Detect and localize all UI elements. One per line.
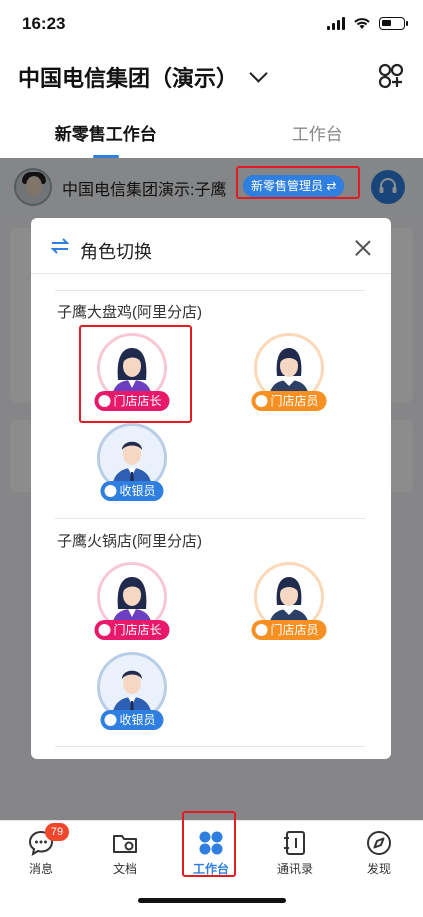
nav-label: 消息 bbox=[28, 862, 53, 876]
nav-item-documents[interactable]: 文档 bbox=[90, 829, 160, 877]
minus-circle-icon bbox=[255, 624, 268, 636]
add-user-icon[interactable] bbox=[377, 62, 405, 90]
org-selector[interactable]: 中国电信集团（演示） bbox=[18, 61, 268, 93]
tab-new-retail-workbench[interactable]: 新零售工作台 bbox=[0, 108, 212, 158]
cellular-signal-icon bbox=[327, 16, 345, 30]
app-header: 中国电信集团（演示） 新零售工作台 工作台 bbox=[0, 50, 423, 158]
dialog-header: 角色切换 bbox=[31, 218, 391, 274]
contacts-icon bbox=[284, 831, 305, 855]
role-switch-badge-highlighted[interactable]: 新零售管理员 ⇄ bbox=[243, 175, 345, 197]
nav-label: 通讯录 bbox=[276, 862, 313, 876]
store-name: 子鹰大盘鸡(阿里分店) bbox=[57, 304, 202, 321]
role-switch-dialog: 角色切换 子鹰大盘鸡(阿里分店) 门店店长 门店店员 收银员 子鹰火锅店(阿里分… bbox=[31, 218, 391, 759]
role-label: 门店店员 bbox=[251, 620, 327, 640]
nav-item-contacts[interactable]: 通讯录 bbox=[260, 829, 330, 877]
nav-item-discover[interactable]: 发现 bbox=[344, 829, 414, 877]
status-time: 16:23 bbox=[22, 14, 66, 33]
minus-circle-icon bbox=[104, 485, 117, 497]
minus-circle-icon bbox=[98, 624, 111, 636]
divider bbox=[55, 290, 365, 291]
role-label: 门店店长 bbox=[94, 620, 170, 640]
role-store-clerk[interactable]: 门店店员 bbox=[239, 562, 339, 646]
home-indicator[interactable] bbox=[138, 898, 286, 903]
highlight-workbench-tab bbox=[182, 811, 236, 877]
wifi-icon bbox=[354, 18, 370, 29]
org-title: 中国电信集团（演示） bbox=[18, 66, 239, 91]
minus-circle-icon bbox=[104, 714, 117, 726]
store-name: 子鹰火锅店(阿里分店) bbox=[57, 533, 202, 550]
nav-item-messages[interactable]: 79 消息 bbox=[6, 823, 76, 877]
chevron-down-icon bbox=[249, 63, 268, 83]
swap-icon bbox=[51, 238, 69, 254]
status-icons bbox=[327, 16, 408, 30]
highlight-selected-role bbox=[79, 325, 192, 423]
role-cashier[interactable]: 收银员 bbox=[82, 423, 182, 507]
status-bar: 16:23 bbox=[0, 0, 423, 50]
role-store-manager[interactable]: 门店店长 bbox=[82, 562, 182, 646]
role-store-clerk[interactable]: 门店店员 bbox=[239, 333, 339, 417]
close-icon[interactable] bbox=[355, 240, 371, 256]
nav-label: 文档 bbox=[112, 862, 137, 876]
header-tabs: 新零售工作台 工作台 bbox=[0, 108, 423, 158]
role-label: 收银员 bbox=[100, 481, 164, 501]
folder-icon bbox=[113, 835, 137, 853]
divider bbox=[55, 746, 365, 747]
compass-icon bbox=[367, 831, 391, 855]
role-label: 收银员 bbox=[100, 710, 164, 730]
battery-icon bbox=[379, 16, 408, 30]
dialog-title: 角色切换 bbox=[80, 242, 152, 262]
role-cashier[interactable]: 收银员 bbox=[82, 652, 182, 736]
unread-badge: 79 bbox=[45, 823, 69, 841]
role-label: 门店店员 bbox=[251, 391, 327, 411]
divider bbox=[55, 518, 365, 519]
minus-circle-icon bbox=[255, 395, 268, 407]
nav-label: 发现 bbox=[366, 862, 391, 876]
tab-workbench[interactable]: 工作台 bbox=[212, 108, 423, 158]
